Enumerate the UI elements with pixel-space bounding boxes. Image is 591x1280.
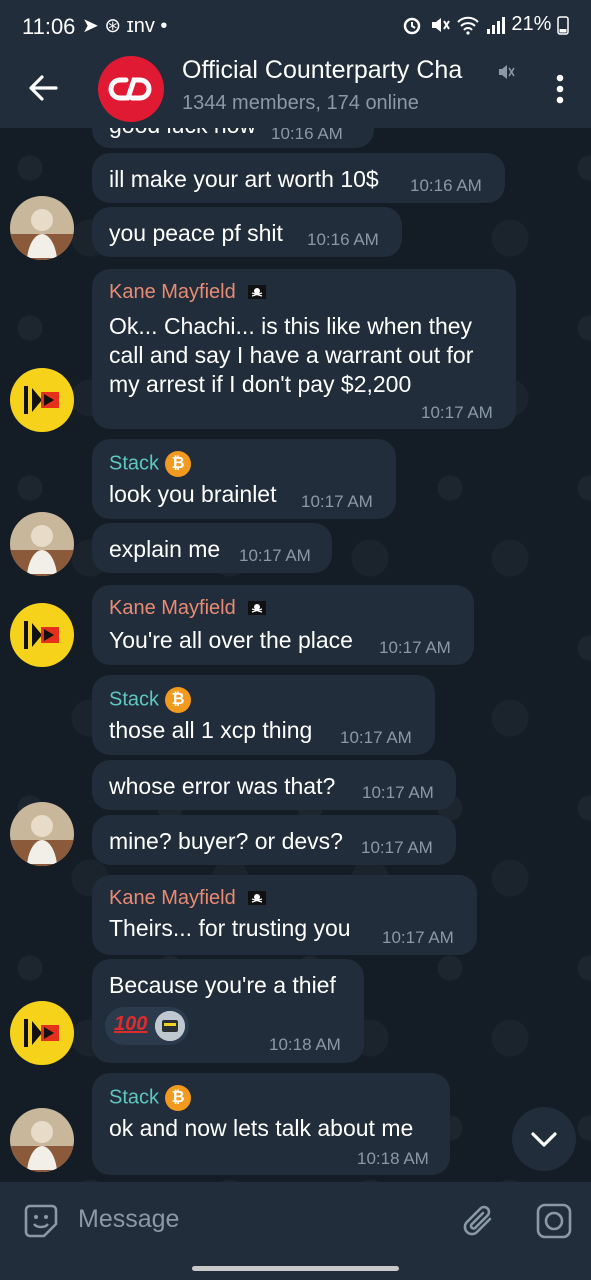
hundred-emoji-icon: 100 (114, 1013, 148, 1035)
message-bubble[interactable]: mine? buyer? or devs? 10:17 AM (92, 815, 456, 865)
bitcoin-badge-icon: ₿ (165, 451, 192, 477)
message-time: 10:17 AM (421, 403, 493, 422)
message-time: 10:17 AM (379, 638, 451, 657)
notification-icons: ➤ ⊛ ɪnv • (82, 15, 168, 37)
status-bar: 11:06 ➤ ⊛ ɪnv • 21% (0, 0, 591, 50)
message-bubble[interactable]: Kane Mayfield Ok... Chachi... is this li… (92, 269, 516, 429)
message-time: 10:17 AM (301, 492, 373, 511)
message-text: Because you're a thief (109, 972, 336, 998)
chevron-down-icon (531, 1132, 557, 1147)
message-bubble[interactable]: Stack ₿ ok and now lets talk about me 10:… (92, 1073, 450, 1175)
message-text: whose error was that? (109, 773, 336, 799)
sender-name: Stack ₿ (109, 451, 192, 477)
sender-name: Kane Mayfield (109, 887, 267, 910)
status-right: 21% (401, 13, 569, 36)
sender-name: Kane Mayfield (109, 597, 267, 620)
message-bubble[interactable]: whose error was that? 10:17 AM (92, 760, 456, 810)
message-bubble[interactable]: Stack ₿ look you brainlet 10:17 AM (92, 439, 396, 519)
message-text: call and say I have a warrant out for (109, 342, 474, 368)
sender-name: Stack ₿ (109, 687, 192, 713)
message-list[interactable]: good luck now 10:16 AM ill make your art… (0, 128, 591, 1182)
group-avatar[interactable] (98, 56, 164, 122)
message-bubble[interactable]: you peace pf shit 10:16 AM (92, 207, 402, 257)
reaction-chip[interactable]: 100 (105, 1007, 189, 1045)
message-bubble[interactable]: Because you're a thief 100 10:18 AM (92, 959, 364, 1063)
message-text: look you brainlet (109, 481, 277, 507)
message-bubble[interactable]: Stack ₿ those all 1 xcp thing 10:17 AM (92, 675, 435, 755)
message-time: 10:17 AM (340, 728, 412, 747)
avatar-stack[interactable] (10, 802, 74, 866)
message-text: you peace pf shit (109, 220, 283, 246)
camera-icon[interactable] (535, 1202, 573, 1240)
avatar-kane[interactable] (10, 603, 74, 667)
message-time: 10:17 AM (382, 928, 454, 947)
message-time: 10:17 AM (239, 546, 311, 565)
message-time: 10:17 AM (362, 783, 434, 802)
chat-title[interactable]: Official Counterparty Cha (182, 56, 500, 85)
message-time: 10:17 AM (361, 838, 433, 857)
home-gesture-pill[interactable] (192, 1266, 399, 1271)
message-text: good luck now (109, 128, 256, 140)
message-bubble[interactable]: Kane Mayfield Theirs... for trusting you… (92, 875, 477, 955)
back-arrow-icon[interactable] (22, 68, 66, 108)
scroll-to-bottom-button[interactable] (512, 1107, 576, 1171)
avatar-kane[interactable] (10, 368, 74, 432)
message-text: my arrest if I don't pay $2,200 (109, 371, 412, 397)
message-time: 10:16 AM (307, 230, 379, 249)
sender-name: Stack ₿ (109, 1085, 192, 1111)
message-text: ok and now lets talk about me (109, 1115, 414, 1141)
message-bubble[interactable]: Kane Mayfield You're all over the place … (92, 585, 474, 665)
message-text: explain me (109, 536, 221, 562)
pirate-flag-icon (248, 284, 267, 299)
battery-percent: 21% (511, 13, 552, 35)
pirate-flag-icon (248, 600, 267, 615)
emoji-sticker-icon[interactable] (22, 1202, 60, 1240)
message-bubble[interactable]: ill make your art worth 10$ 10:16 AM (92, 153, 505, 203)
more-vertical-icon[interactable] (555, 72, 565, 106)
message-text: those all 1 xcp thing (109, 717, 313, 743)
chat-subtitle: 1344 members, 174 online (182, 92, 419, 114)
message-input[interactable]: Message (78, 1205, 179, 1234)
message-text: ill make your art worth 10$ (109, 166, 379, 192)
message-text: Ok... Chachi... is this like when they (109, 313, 473, 339)
mute-status-icon (431, 17, 450, 32)
avatar-stack[interactable] (10, 1108, 74, 1172)
avatar-stack[interactable] (10, 512, 74, 576)
alarm-icon (403, 17, 421, 34)
message-text: mine? buyer? or devs? (109, 828, 343, 854)
muted-icon (499, 65, 515, 79)
message-bubble[interactable]: good luck now 10:16 AM (92, 128, 374, 148)
attach-icon[interactable] (462, 1202, 498, 1240)
bitcoin-badge-icon: ₿ (165, 687, 192, 713)
chat-header: Official Counterparty Cha 1344 members, … (0, 50, 591, 128)
avatar-kane[interactable] (10, 1001, 74, 1065)
system-nav-bar (0, 1258, 591, 1280)
signal-icon (486, 16, 505, 34)
wifi-icon (457, 16, 479, 35)
message-bubble[interactable]: explain me 10:17 AM (92, 523, 332, 573)
reactor-avatar (155, 1011, 185, 1041)
message-composer: Message (0, 1182, 591, 1258)
message-time: 10:18 AM (269, 1035, 341, 1054)
battery-icon (557, 15, 569, 35)
avatar-stack[interactable] (10, 196, 74, 260)
pirate-flag-icon (248, 890, 267, 905)
message-time: 10:18 AM (357, 1149, 429, 1168)
sender-name: Kane Mayfield (109, 281, 267, 304)
message-time: 10:16 AM (271, 128, 343, 143)
bitcoin-badge-icon: ₿ (165, 1085, 192, 1111)
message-text: Theirs... for trusting you (109, 915, 351, 941)
counterparty-logo-icon (108, 77, 152, 101)
message-time: 10:16 AM (410, 176, 482, 195)
status-time: 11:06 (22, 14, 76, 39)
message-text: You're all over the place (109, 627, 353, 653)
